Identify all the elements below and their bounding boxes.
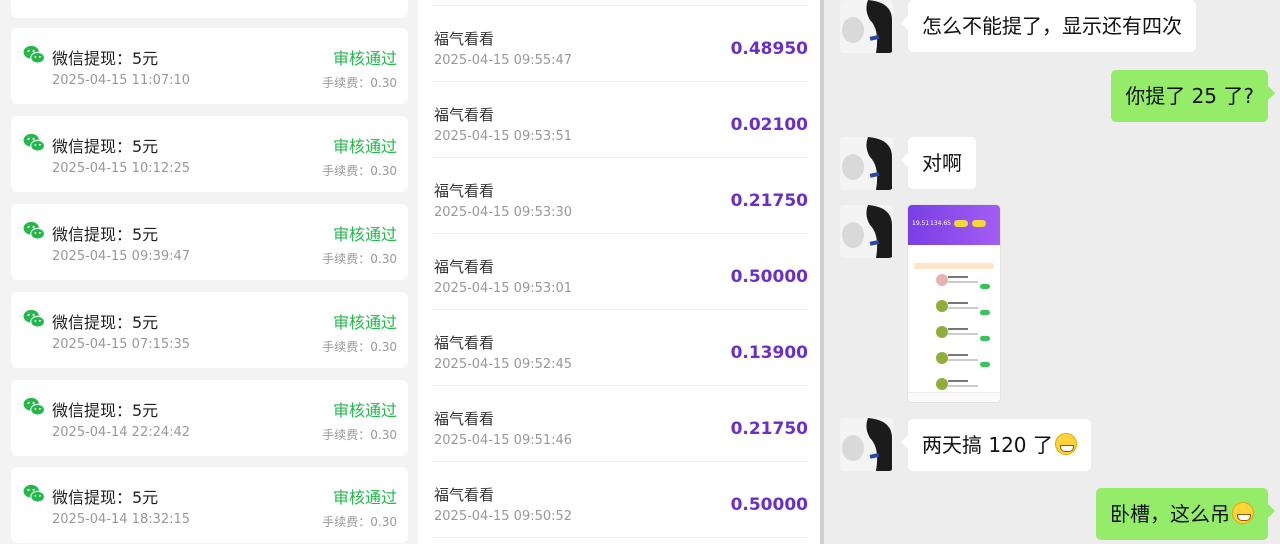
withdrawal-title: 微信提现：5元 <box>52 225 159 244</box>
withdrawal-card[interactable]: 微信提现：5元 2025-04-15 07:15:35 审核通过 手续费：0.3… <box>11 292 408 368</box>
chat-bubble-outgoing[interactable]: 卧槽，这么吊 <box>1096 488 1275 540</box>
wechat-icon <box>23 221 45 240</box>
withdrawal-time: 2025-04-14 18:32:15 <box>52 512 191 527</box>
message-text: 两天搞 120 了 <box>922 433 1053 457</box>
avatar-image <box>840 0 893 53</box>
withdrawal-title: 微信提现：5元 <box>52 137 159 156</box>
withdrawal-time: 2025-04-15 10:12:25 <box>52 161 191 176</box>
earning-time: 2025-04-15 09:52:45 <box>434 357 573 372</box>
earning-time: 2025-04-15 09:53:01 <box>434 281 573 296</box>
earning-amount: 0.02100 <box>730 115 808 135</box>
earning-amount: 0.50000 <box>730 495 808 515</box>
withdrawal-status: 审核通过 <box>332 49 397 68</box>
avatar[interactable] <box>840 418 893 471</box>
withdrawal-card[interactable]: 微信提现：5元 2025-04-15 09:39:47 审核通过 手续费：0.3… <box>11 204 408 280</box>
earning-source: 福气看看 <box>434 486 495 504</box>
withdrawal-status: 审核通过 <box>332 401 397 420</box>
thumbnail-stat: 19.51 <box>912 220 930 227</box>
avatar-image <box>840 205 893 258</box>
withdrawal-title: 微信提现：5元 <box>52 401 159 420</box>
withdrawal-fee: 手续费：0.30 <box>322 340 397 354</box>
earning-row[interactable]: 福气看看 2025-04-15 09:51:46 0.21750 <box>418 386 820 462</box>
withdrawal-card[interactable]: 微信提现：5元 2025-04-15 10:12:25 审核通过 手续费：0.3… <box>11 116 408 192</box>
wechat-icon <box>23 309 45 328</box>
chat-bubble-incoming[interactable]: 两天搞 120 了 <box>901 419 1091 471</box>
withdrawal-records-panel: 微信提现：5元 2025-04-15 11:07:10 审核通过 手续费：0.3… <box>0 0 418 544</box>
message-text: 卧槽，这么吊 <box>1110 502 1230 526</box>
withdrawal-time: 2025-04-15 07:15:35 <box>52 337 191 352</box>
chat-bubble-incoming[interactable]: 怎么不能提了，显示还有四次 <box>901 0 1196 52</box>
chat-image-screenshot[interactable]: 19.51 134.65 <box>908 205 1000 402</box>
thumbnail-banner <box>914 263 994 269</box>
thumbnail-tabs <box>912 252 996 258</box>
thumbnail-button <box>954 220 968 227</box>
earning-row[interactable]: 福气看看 2025-04-15 09:53:51 0.02100 <box>418 82 820 158</box>
thumbnail-task-item <box>914 300 996 322</box>
earning-time: 2025-04-15 09:55:47 <box>434 53 573 68</box>
chat-bubble-outgoing[interactable]: 你提了 25 了? <box>1111 70 1275 122</box>
withdrawal-time: 2025-04-14 22:24:42 <box>52 425 191 440</box>
wechat-icon <box>23 397 45 416</box>
withdrawal-title: 微信提现：5元 <box>52 488 159 507</box>
grinning-face-emoji <box>1054 433 1077 455</box>
withdrawal-title: 微信提现：5元 <box>52 49 159 68</box>
withdrawal-title: 微信提现：5元 <box>52 313 159 332</box>
withdrawal-time: 2025-04-15 11:07:10 <box>52 73 191 88</box>
avatar-image <box>840 137 893 190</box>
withdrawal-fee: 手续费：0.30 <box>322 252 397 266</box>
thumbnail-task-item <box>914 274 996 296</box>
avatar[interactable] <box>840 137 893 190</box>
earning-amount: 0.13900 <box>730 343 808 363</box>
withdrawal-fee: 手续费：0.30 <box>322 428 397 442</box>
avatar[interactable] <box>840 205 893 258</box>
earning-row[interactable]: 福气看看 2025-04-15 09:53:01 0.50000 <box>418 234 820 310</box>
thumbnail-button <box>972 220 986 227</box>
earning-row[interactable]: 福气看看 2025-04-15 09:52:45 0.13900 <box>418 310 820 386</box>
earning-row[interactable]: 福气看看 2025-04-15 09:53:30 0.21750 <box>418 158 820 234</box>
thinking-face-emoji <box>1232 502 1254 524</box>
withdrawal-card[interactable]: 微信提现：5元 2025-04-15 11:07:10 审核通过 手续费：0.3… <box>11 28 408 104</box>
withdrawal-status: 审核通过 <box>332 488 397 507</box>
withdrawal-fee: 手续费：0.30 <box>322 76 397 90</box>
earning-time: 2025-04-15 09:53:51 <box>434 129 573 144</box>
avatar[interactable] <box>840 0 893 53</box>
thumbnail-stat: 134.65 <box>930 220 951 227</box>
withdrawal-card[interactable]: 微信提现：5元 2025-04-14 18:32:15 审核通过 手续费：0.3… <box>11 467 408 543</box>
earning-amount: 0.50000 <box>730 267 808 287</box>
wechat-icon <box>23 133 45 152</box>
earning-source: 福气看看 <box>434 258 495 276</box>
earnings-list-panel: 福气看看 2025-04-15 09:55:47 0.48950 福气看看 20… <box>418 0 820 544</box>
wechat-icon <box>23 484 45 503</box>
earning-source: 福气看看 <box>434 30 495 48</box>
earning-source: 福气看看 <box>434 106 495 124</box>
withdrawal-fee: 手续费：0.30 <box>322 515 397 529</box>
earning-amount: 0.48950 <box>730 39 808 59</box>
wechat-icon <box>23 45 45 64</box>
thumbnail-task-item <box>914 326 996 348</box>
withdrawal-status: 审核通过 <box>332 313 397 332</box>
withdrawal-time: 2025-04-15 09:39:47 <box>52 249 191 264</box>
withdrawal-card[interactable]: 微信提现：5元 2025-04-14 22:24:42 审核通过 手续费：0.3… <box>11 380 408 456</box>
earning-source: 福气看看 <box>434 410 495 428</box>
withdrawal-status: 审核通过 <box>332 225 397 244</box>
earning-source: 福气看看 <box>434 334 495 352</box>
thumbnail-header: 19.51 134.65 <box>908 205 1000 245</box>
avatar-image <box>840 418 893 471</box>
earning-time: 2025-04-15 09:51:46 <box>434 433 573 448</box>
earning-source: 福气看看 <box>434 182 495 200</box>
earning-time: 2025-04-15 09:50:52 <box>434 509 573 524</box>
earning-amount: 0.21750 <box>730 191 808 211</box>
thumbnail-task-item <box>914 352 996 374</box>
earning-amount: 0.21750 <box>730 419 808 439</box>
earning-row[interactable]: 福气看看 2025-04-15 09:55:47 0.48950 <box>418 6 820 82</box>
withdrawal-card-partial[interactable] <box>11 0 408 18</box>
withdrawal-status: 审核通过 <box>332 137 397 156</box>
thumbnail-footer <box>908 392 1000 402</box>
earning-row[interactable]: 福气看看 2025-04-15 09:50:52 0.50000 <box>418 462 820 538</box>
earning-time: 2025-04-15 09:53:30 <box>434 205 573 220</box>
chat-panel: 怎么不能提了，显示还有四次 你提了 25 了? 对啊 19.51 134.65 <box>824 0 1280 544</box>
chat-bubble-incoming[interactable]: 对啊 <box>901 137 976 189</box>
withdrawal-fee: 手续费：0.30 <box>322 164 397 178</box>
